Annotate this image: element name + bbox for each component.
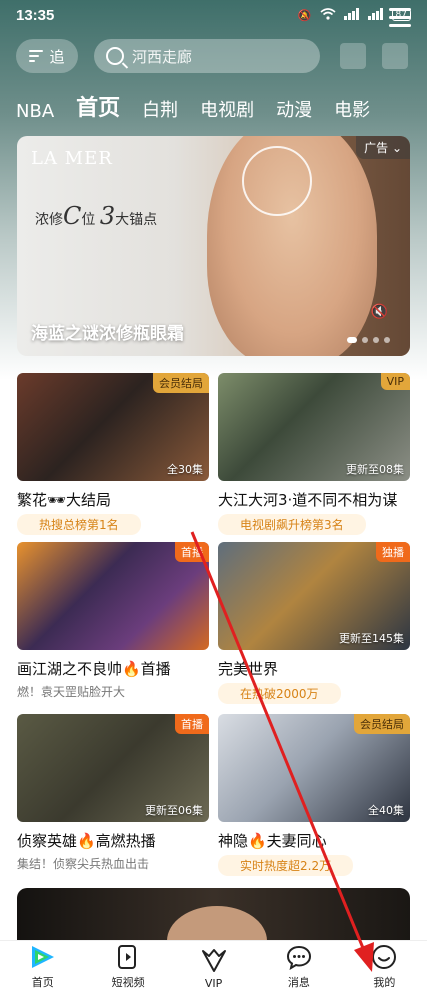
badge: 会员结局	[354, 714, 410, 734]
nav-messages[interactable]: 消息	[256, 941, 341, 996]
nav-label: VIP	[204, 977, 223, 990]
banner-slogan: 浓修C位 3大锚点	[35, 202, 158, 230]
badge: 独播	[376, 542, 410, 562]
nav-label: 消息	[287, 976, 310, 989]
list-icon	[29, 50, 44, 62]
card-subtitle: 集结！侦察尖兵热血出击	[17, 857, 150, 871]
search-icon	[106, 47, 124, 65]
status-time: 13:35	[16, 6, 55, 24]
nav-profile[interactable]: 我的	[342, 941, 427, 996]
episode-count: 全30集	[167, 463, 203, 476]
search-placeholder: 河西走廊	[132, 47, 193, 66]
poster-image: 独播 更新至145集	[218, 542, 410, 650]
episode-count: 全40集	[368, 804, 404, 817]
banner-pager	[347, 337, 390, 343]
video-card[interactable]: VIP 更新至08集 大江大河3·道不同不相为谋 电视剧飙升榜第3名	[218, 373, 410, 535]
video-card[interactable]: 首播 更新至06集 侦察英雄🔥高燃热播 集结！侦察尖兵热血出击	[17, 714, 209, 872]
card-subtitle: 电视剧飙升榜第3名	[218, 514, 366, 535]
eye-highlight-ring	[242, 146, 312, 216]
poster-image: 会员结局 全40集	[218, 714, 410, 822]
search-input[interactable]: 河西走廊	[94, 39, 320, 73]
ad-badge[interactable]: 广告 ⌄	[356, 136, 410, 159]
video-card[interactable]: 会员结局 全40集 神隐🔥夫妻同心 实时热度超2.2万	[218, 714, 410, 876]
follow-button[interactable]: 追	[16, 39, 78, 73]
episode-count: 更新至145集	[339, 632, 404, 645]
tab-baijing[interactable]: 白荆	[142, 96, 178, 122]
poster-image: 首播	[17, 542, 209, 650]
card-title: 繁花🕶大结局	[17, 491, 112, 509]
poster-image: 会员结局 全30集	[17, 373, 209, 481]
bottom-nav: 首页 短视频 VIP 消息 我的	[0, 940, 427, 996]
banner-ad[interactable]: LA MER 浓修C位 3大锚点 广告 ⌄ 🔇 海蓝之谜浓修瓶眼霜	[17, 136, 410, 356]
poster-image: 首播 更新至06集	[17, 714, 209, 822]
card-title: 侦察英雄🔥高燃热播	[17, 832, 156, 850]
card-title: 完美世界	[218, 660, 279, 678]
video-card[interactable]: 独播 更新至145集 完美世界 在热破2000万	[218, 542, 410, 704]
vip-crown-icon	[200, 946, 228, 974]
next-banner-peek[interactable]	[17, 888, 410, 948]
status-bar: 13:35 🔕 87	[0, 0, 427, 30]
search-row: 追 河西走廊	[16, 38, 411, 74]
tab-anime[interactable]: 动漫	[276, 96, 312, 122]
episode-count: 更新至06集	[145, 804, 203, 817]
card-title: 大江大河3·道不同不相为谋	[218, 491, 398, 509]
card-subtitle: 在热破2000万	[218, 683, 341, 704]
badge: VIP	[380, 373, 410, 390]
mute-bell-icon: 🔕	[297, 8, 312, 22]
signal-icon-2	[367, 7, 384, 23]
tab-home[interactable]: 首页	[76, 90, 120, 122]
channel-tabs: NBA 首页 白荆 电视剧 动漫 电影	[16, 88, 427, 122]
channel-menu-icon[interactable]	[389, 8, 411, 27]
tencent-video-logo-icon	[29, 943, 57, 971]
wifi-icon	[320, 7, 336, 23]
episode-count: 更新至08集	[346, 463, 404, 476]
card-title: 神隐🔥夫妻同心	[218, 832, 327, 850]
game-icon[interactable]	[382, 43, 408, 69]
badge: 首播	[175, 714, 209, 734]
card-subtitle: 实时热度超2.2万	[218, 855, 354, 876]
nav-home[interactable]: 首页	[0, 941, 85, 996]
tab-movie[interactable]: 电影	[334, 96, 370, 122]
history-icon[interactable]	[340, 43, 366, 69]
banner-title: 海蓝之谜浓修瓶眼霜	[31, 324, 184, 344]
tab-nba[interactable]: NBA	[16, 101, 54, 122]
nav-short-video[interactable]: 短视频	[85, 941, 170, 996]
mute-icon[interactable]: 🔇	[371, 304, 388, 320]
badge: 首播	[175, 542, 209, 562]
card-title: 画江湖之不良帅🔥首播	[17, 660, 171, 678]
video-card[interactable]: 会员结局 全30集 繁花🕶大结局 热搜总榜第1名	[17, 373, 209, 535]
poster-image: VIP 更新至08集	[218, 373, 410, 481]
banner-brand: LA MER	[31, 148, 113, 169]
profile-smile-icon	[371, 943, 397, 971]
video-card[interactable]: 首播 画江湖之不良帅🔥首播 燃！袁天罡贴脸开大	[17, 542, 209, 700]
short-video-icon	[116, 943, 140, 971]
signal-icon	[343, 7, 360, 23]
badge: 会员结局	[153, 373, 209, 393]
nav-label: 短视频	[111, 976, 145, 989]
nav-label: 首页	[31, 976, 54, 989]
card-subtitle: 燃！袁天罡贴脸开大	[17, 685, 126, 699]
nav-vip[interactable]: VIP	[171, 941, 256, 996]
message-bubble-icon	[286, 943, 312, 971]
nav-label: 我的	[373, 976, 396, 989]
card-subtitle: 热搜总榜第1名	[17, 514, 141, 535]
tab-tv[interactable]: 电视剧	[200, 96, 254, 122]
follow-label: 追	[49, 47, 65, 66]
